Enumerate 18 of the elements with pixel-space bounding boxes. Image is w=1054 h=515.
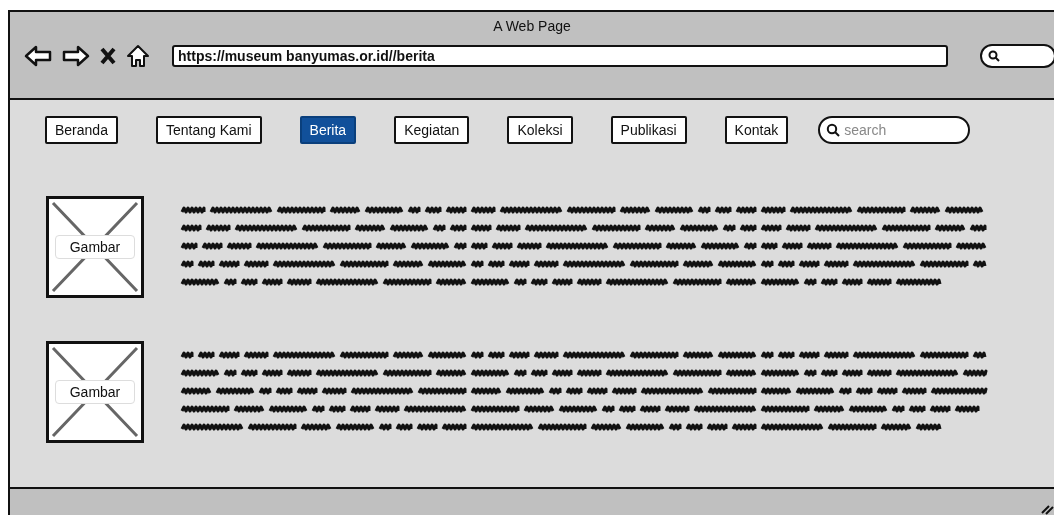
- nav-tab[interactable]: Kontak: [724, 116, 789, 144]
- search-field[interactable]: search: [818, 116, 971, 144]
- nav-tab[interactable]: Koleksi: [507, 116, 573, 144]
- nav-tab[interactable]: Tentang Kami: [155, 116, 262, 144]
- search-field[interactable]: [980, 44, 1054, 68]
- nav-tab[interactable]: Beranda: [45, 116, 118, 144]
- window-title: A Web Page: [493, 18, 571, 34]
- forward-arrow-icon[interactable]: [62, 45, 90, 67]
- image-label: Gambar: [55, 380, 135, 404]
- image-label: Gambar: [55, 235, 135, 259]
- address-field[interactable]: https://museum banyumas.or.id//berita: [172, 45, 948, 67]
- nav-tab[interactable]: Berita: [299, 116, 357, 144]
- home-icon[interactable]: [126, 44, 150, 68]
- back-arrow-icon[interactable]: [24, 45, 52, 67]
- search-icon: [988, 50, 1000, 62]
- nav-tab[interactable]: Publikasi: [610, 116, 687, 144]
- nav-tab[interactable]: Kegiatan: [394, 116, 470, 144]
- close-icon[interactable]: [100, 47, 116, 65]
